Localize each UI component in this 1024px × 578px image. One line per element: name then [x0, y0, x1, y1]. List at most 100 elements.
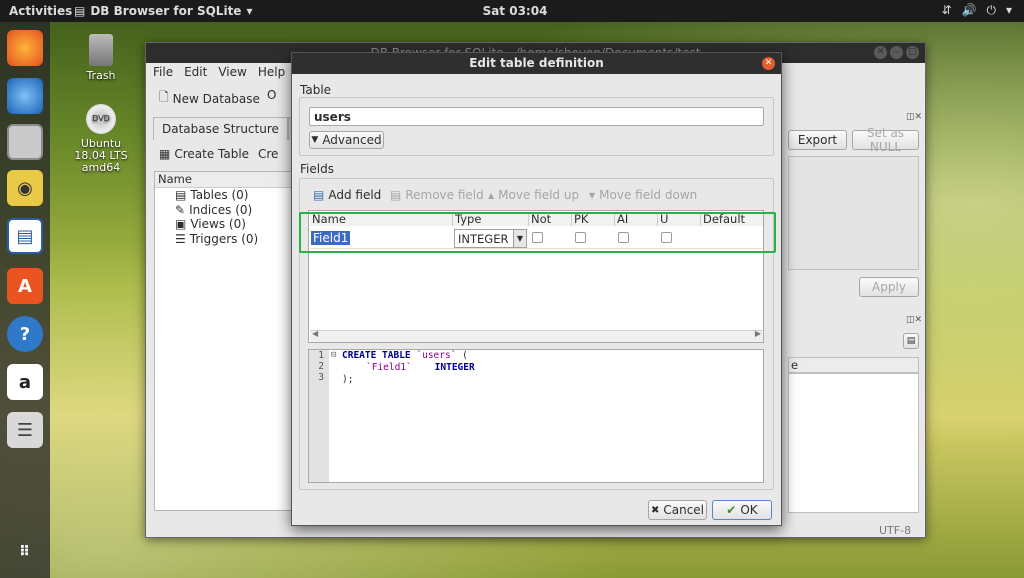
fields-group-label: Fields: [300, 162, 334, 176]
tab-database-structure[interactable]: Database Structure: [153, 117, 288, 140]
ok-button[interactable]: ✔ OK: [712, 500, 772, 520]
sql-punct: (: [462, 350, 468, 361]
show-apps-icon[interactable]: ⠿: [7, 534, 43, 570]
volume-icon: 🔊: [961, 3, 977, 17]
fold-marker-icon[interactable]: ⊟: [331, 350, 339, 360]
create-table-label: Create Table: [174, 147, 250, 161]
line-number: 2: [318, 361, 324, 372]
move-field-down-button[interactable]: ▼ Move field down: [589, 188, 697, 202]
clipboard-icon[interactable]: ▤: [903, 333, 919, 349]
tree-header: Name: [155, 172, 298, 188]
chevron-down-icon: ▾: [1005, 3, 1012, 17]
add-field-label: Add field: [328, 188, 382, 202]
sql-keyword: CREATE TABLE: [342, 350, 411, 361]
view-icon: ▣: [175, 217, 187, 232]
tree-item-label: Views (0): [190, 217, 246, 232]
rhythmbox-icon[interactable]: ◉: [7, 170, 43, 206]
create-index-button[interactable]: Cre: [258, 147, 278, 161]
dvd-label: Ubuntu 18.04 LTS amd64: [74, 137, 128, 174]
advanced-button[interactable]: ▼ Advanced: [309, 131, 384, 149]
cancel-button[interactable]: ✖ Cancel: [648, 500, 707, 520]
encoding-status: UTF-8: [879, 524, 912, 537]
table-group-label: Table: [300, 83, 332, 97]
move-field-up-button[interactable]: ▲ Move field up: [488, 188, 579, 202]
files-icon[interactable]: [7, 124, 43, 160]
tree-item-triggers[interactable]: ☰ Triggers (0): [155, 232, 298, 247]
horizontal-scrollbar[interactable]: ◀ ▶: [310, 329, 763, 342]
tree-item-indices[interactable]: ✎ Indices (0): [155, 203, 298, 218]
menu-file[interactable]: File: [153, 65, 173, 79]
activities-button[interactable]: Activities: [9, 4, 72, 18]
trash-icon: [89, 34, 113, 66]
move-field-down-label: Move field down: [599, 188, 698, 202]
chevron-down-icon: ▼: [311, 135, 319, 145]
open-database-button[interactable]: O: [267, 88, 276, 102]
new-database-label: New Database: [172, 91, 260, 106]
close-icon[interactable]: ✕: [762, 57, 775, 70]
annotation-highlight-box: [299, 212, 776, 253]
tree-item-views[interactable]: ▣ Views (0): [155, 217, 298, 232]
add-field-button[interactable]: ▤ Add field: [313, 188, 381, 202]
trash-desktop-icon[interactable]: Trash: [82, 34, 120, 82]
dvd-desktop-icon[interactable]: DVD Ubuntu 18.04 LTS amd64: [74, 104, 128, 174]
advanced-label: Advanced: [322, 133, 382, 147]
menu-edit[interactable]: Edit: [184, 65, 207, 79]
tree-item-tables[interactable]: ▤ Tables (0): [155, 188, 298, 203]
tree-item-label: Indices (0): [189, 202, 253, 217]
sqlite-browser-icon[interactable]: ☰: [7, 412, 43, 448]
help-icon[interactable]: ?: [7, 316, 43, 352]
export-button[interactable]: Export: [788, 130, 847, 150]
remove-field-button[interactable]: ▤ Remove field: [390, 188, 484, 202]
line-number: 3: [318, 372, 324, 383]
clock[interactable]: Sat 03:04: [480, 4, 550, 18]
chevron-down-icon: ▾: [246, 4, 253, 18]
menu-help[interactable]: Help: [258, 65, 285, 79]
dialog-title: Edit table definition: [292, 53, 781, 74]
close-icon[interactable]: ✕: [874, 46, 887, 59]
minimize-icon[interactable]: –: [890, 46, 903, 59]
menu-view[interactable]: View: [218, 65, 246, 79]
schema-tree[interactable]: Name ▤ Tables (0) ✎ Indices (0) ▣ Views (0)…: [154, 171, 299, 511]
amazon-icon[interactable]: a: [7, 364, 43, 400]
sql-punct: );: [342, 374, 354, 385]
scroll-left-icon[interactable]: ◀: [312, 329, 318, 338]
cancel-icon: ✖: [650, 504, 660, 516]
sql-text: CREATE TABLE `users` ( `Field1` INTEGER …: [342, 350, 475, 386]
table-name-input[interactable]: users: [309, 107, 764, 126]
column-header: e: [788, 357, 919, 373]
remote-list[interactable]: [788, 373, 919, 513]
sql-preview[interactable]: 1 2 3 ⊟ CREATE TABLE `users` ( `Field1` …: [308, 349, 764, 483]
checkmark-icon: ✔: [726, 503, 737, 517]
maximize-icon[interactable]: ▢: [906, 46, 919, 59]
apply-button[interactable]: Apply: [859, 277, 919, 297]
ok-label: OK: [740, 503, 758, 517]
tree-item-label: Tables (0): [190, 188, 249, 203]
app-menu-label: DB Browser for SQLite: [90, 4, 242, 18]
menubar: File Edit View Help: [153, 65, 285, 79]
create-index-label: Cre: [258, 147, 279, 161]
create-table-button[interactable]: ▦ Create Table: [159, 147, 249, 161]
firefox-icon[interactable]: [7, 30, 43, 66]
cell-editor[interactable]: [788, 156, 919, 270]
thunderbird-icon[interactable]: [7, 78, 43, 114]
sql-identifier: `Field1`: [366, 362, 412, 373]
database-icon: ▤: [74, 4, 86, 18]
network-icon: ⇵: [941, 3, 952, 17]
remove-field-icon: ▤: [390, 188, 402, 202]
new-database-button[interactable]: 🗋 New Database: [159, 88, 260, 109]
scroll-right-icon[interactable]: ▶: [755, 329, 761, 338]
remove-field-label: Remove field: [405, 188, 484, 202]
pane-float-close-icon[interactable]: ◫✕: [906, 315, 922, 325]
app-menu[interactable]: ▤ DB Browser for SQLite ▾: [74, 4, 252, 18]
top-panel: Activities ▤ DB Browser for SQLite ▾ Sat…: [0, 0, 1024, 22]
system-tray[interactable]: ⇵ 🔊 ⏻ ▾: [941, 3, 1012, 18]
trash-label: Trash: [86, 69, 116, 82]
software-icon[interactable]: A: [7, 268, 43, 304]
set-null-button[interactable]: Set as NULL: [852, 126, 919, 154]
writer-icon[interactable]: ▤: [7, 218, 43, 254]
create-table-icon: ▦: [159, 147, 171, 161]
cancel-label: Cancel: [663, 503, 705, 517]
index-icon: ✎: [175, 202, 186, 217]
line-number: 1: [318, 350, 324, 361]
pane-float-close-icon[interactable]: ◫✕: [906, 112, 922, 122]
